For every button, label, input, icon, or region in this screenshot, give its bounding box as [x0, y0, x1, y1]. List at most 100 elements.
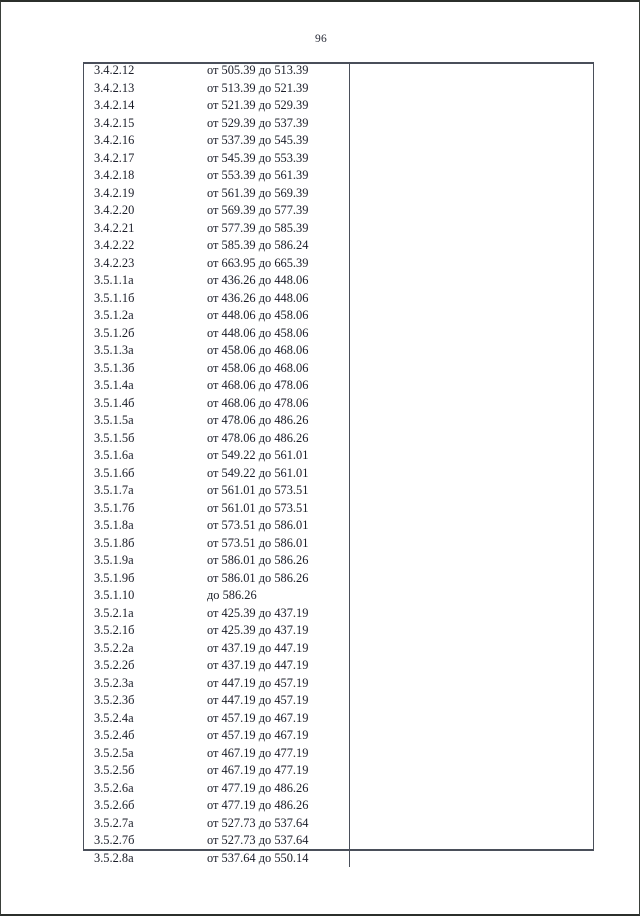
cell-range: от 573.51 до 586.01: [207, 535, 309, 550]
table-row: 3.4.2.20 от 569.39 до 577.39: [83, 202, 595, 220]
cell-code: 3.5.1.6а: [94, 448, 134, 462]
cell-code: 3.5.2.3а: [94, 675, 134, 690]
cell-notes: [349, 167, 595, 185]
table-row: 3.4.2.22 от 585.39 до 586.24: [83, 237, 595, 255]
table-row: 3.5.2.4б от 457.19 до 467.19: [83, 727, 595, 745]
cell-range: от 529.39 до 537.39: [207, 115, 309, 130]
cell-notes: [349, 587, 595, 605]
cell-notes: [349, 482, 595, 500]
cadastral-range-table: 3.4.2.12 от 505.39 до 513.39 3.4.2.13 от 51…: [83, 62, 595, 867]
cell-notes: [349, 849, 595, 867]
cell-notes: [349, 464, 595, 482]
cell-code: 3.5.1.1б: [94, 290, 135, 305]
cell-range: от 467.19 до 477.19: [207, 763, 309, 777]
cell-range: от 437.19 до 447.19: [207, 658, 309, 672]
table-row: 3.5.2.4а от 457.19 до 467.19: [83, 709, 595, 727]
cell-range: от 477.19 до 486.26: [207, 780, 309, 795]
table-row: 3.5.2.1б от 425.39 до 437.19: [83, 622, 595, 640]
cell-notes: [349, 184, 595, 202]
table-row: 3.5.1.1а от 436.26 до 448.06: [83, 272, 595, 290]
cell-code: 3.5.2.6а: [94, 780, 134, 795]
cell-notes: [349, 797, 595, 815]
cell-range: от 586.01 до 586.26: [207, 570, 309, 585]
cell-notes: [349, 429, 595, 447]
cell-notes: [349, 622, 595, 640]
table-row: 3.4.2.19 от 561.39 до 569.39: [83, 184, 595, 202]
cell-code: 3.5.1.7б: [94, 500, 135, 515]
cell-notes: [349, 307, 595, 325]
cell-range: от 561.01 до 573.51: [207, 500, 309, 515]
cell-range: от 545.39 до 553.39: [207, 150, 309, 165]
cell-code: 3.5.2.1а: [94, 605, 134, 620]
cell-range: от 448.06 до 458.06: [207, 325, 309, 340]
cell-range: от 425.39 до 437.19: [207, 605, 309, 620]
cell-notes: [349, 499, 595, 517]
cell-range: от 573.51 до 586.01: [207, 518, 309, 532]
cell-code: 3.5.1.10: [94, 588, 135, 602]
cell-code: 3.5.2.2а: [94, 640, 134, 655]
cell-notes: [349, 149, 595, 167]
table-row: 3.5.2.5а от 467.19 до 477.19: [83, 744, 595, 762]
cell-notes: [349, 727, 595, 745]
cell-notes: [349, 342, 595, 360]
table-body: 3.4.2.12 от 505.39 до 513.39 3.4.2.13 от 51…: [83, 62, 595, 867]
page-number: 96: [315, 33, 327, 45]
table-row: 3.4.2.18 от 553.39 до 561.39: [83, 167, 595, 185]
cell-notes: [349, 62, 595, 80]
cell-range: от 549.22 до 561.01: [207, 448, 309, 462]
table-row: 3.5.2.6а от 477.19 до 486.26: [83, 779, 595, 797]
cell-notes: [349, 324, 595, 342]
cell-code: 3.5.1.2а: [94, 308, 134, 322]
cell-range: от 458.06 до 468.06: [207, 360, 309, 375]
cell-notes: [349, 447, 595, 465]
table-row: 3.4.2.15 от 529.39 до 537.39: [83, 114, 595, 132]
cell-notes: [349, 237, 595, 255]
cell-range: от 521.39 до 529.39: [207, 98, 309, 112]
table-row: 3.5.1.6а от 549.22 до 561.01: [83, 447, 595, 465]
cell-code: 3.5.1.4а: [94, 378, 134, 392]
cell-code: 3.4.2.23: [94, 255, 135, 270]
cell-range: от 457.19 до 467.19: [207, 728, 309, 742]
table-row: 3.5.1.7б от 561.01 до 573.51: [83, 499, 595, 517]
cell-notes: [349, 569, 595, 587]
cell-notes: [349, 604, 595, 622]
cell-notes: [349, 254, 595, 272]
cell-code: 3.5.2.3б: [94, 693, 135, 707]
table-row: 3.5.1.1б от 436.26 до 448.06: [83, 289, 595, 307]
table-row: 3.5.1.4б от 468.06 до 478.06: [83, 394, 595, 412]
cell-code: 3.5.2.5а: [94, 745, 134, 760]
table-row: 3.5.2.2б от 437.19 до 447.19: [83, 657, 595, 675]
cell-notes: [349, 709, 595, 727]
cell-notes: [349, 412, 595, 430]
cell-notes: [349, 377, 595, 395]
table-row: 3.5.2.6б от 477.19 до 486.26: [83, 797, 595, 815]
table-row: 3.5.2.1а от 425.39 до 437.19: [83, 604, 595, 622]
table-row: 3.5.1.4а от 468.06 до 478.06: [83, 377, 595, 395]
cell-notes: [349, 97, 595, 115]
cell-range: от 447.19 до 457.19: [207, 693, 309, 707]
table-row: 3.5.1.5б от 478.06 до 486.26: [83, 429, 595, 447]
cell-range: от 467.19 до 477.19: [207, 745, 309, 760]
cell-code: 3.4.2.13: [94, 80, 135, 95]
cell-code: 3.5.1.8б: [94, 535, 135, 550]
table-row: 3.5.1.2б от 448.06 до 458.06: [83, 324, 595, 342]
table-row: 3.4.2.12 от 505.39 до 513.39: [83, 62, 595, 80]
cell-notes: [349, 272, 595, 290]
cell-range: от 478.06 до 486.26: [207, 413, 309, 427]
cell-notes: [349, 359, 595, 377]
table-row: 3.4.2.16 от 537.39 до 545.39: [83, 132, 595, 150]
cell-range: от 447.19 до 457.19: [207, 675, 309, 690]
cell-range: от 537.39 до 545.39: [207, 133, 309, 147]
cell-code: 3.5.2.4а: [94, 710, 134, 725]
cell-code: 3.5.1.3а: [94, 343, 134, 357]
cell-code: 3.4.2.22: [94, 238, 135, 252]
cell-range: от 561.39 до 569.39: [207, 185, 309, 200]
cell-range: от 569.39 до 577.39: [207, 203, 309, 217]
cell-code: 3.5.1.2б: [94, 325, 135, 340]
cell-range: от 513.39 до 521.39: [207, 80, 309, 95]
cell-code: 3.5.1.5б: [94, 430, 135, 445]
cell-range: от 527.73 до 537.64: [207, 815, 309, 830]
cell-code: 3.5.2.1б: [94, 623, 135, 637]
cell-range: от 527.73 до 537.64: [207, 833, 309, 847]
cell-code: 3.4.2.14: [94, 98, 135, 112]
